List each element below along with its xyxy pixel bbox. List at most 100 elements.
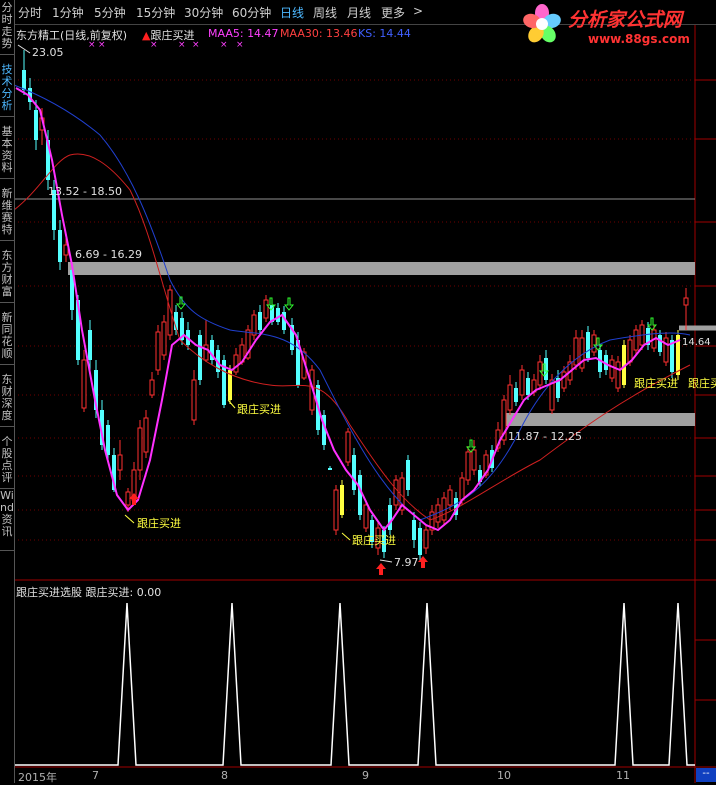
candle-body: [161, 321, 167, 356]
x-axis-label-10: 10: [497, 769, 511, 782]
candle-body: [81, 359, 87, 409]
buy-label-4: 跟庄买进: [634, 376, 678, 390]
corner-button[interactable]: --: [696, 768, 716, 782]
candle-body: [683, 297, 689, 306]
tab-5min[interactable]: 5分钟: [94, 4, 126, 21]
tab-daily[interactable]: 日线: [280, 4, 304, 21]
price-high-label: 23.05: [32, 46, 64, 59]
sub-indicator-line: [14, 602, 695, 766]
candle-body: [423, 529, 429, 549]
zone-label-2: 6.69 - 16.29: [75, 248, 142, 261]
candlesticks: [22, 50, 689, 560]
candle-body: [352, 455, 356, 490]
sub-chart-title: 跟庄买进选股 跟庄买进: 0.00: [16, 584, 161, 600]
green-down-arrow-icon: [283, 297, 295, 311]
candle-body: [251, 314, 257, 336]
candle-body: [191, 379, 197, 421]
candle-body: [526, 378, 530, 395]
maa5-value: 14.47: [247, 27, 279, 40]
candle-body: [58, 230, 62, 262]
candle-body: [155, 331, 161, 371]
candle-body: [459, 477, 465, 501]
candle-body: [143, 417, 149, 453]
candle-body: [507, 384, 513, 411]
green-down-arrows: [175, 296, 658, 453]
candle-body: [149, 379, 155, 396]
sub-chart-name: 跟庄买进选股: [16, 586, 82, 599]
candle-body: [363, 504, 369, 529]
maa5-indicator: MAA5: 14.47: [208, 27, 279, 40]
left-sidebar: 分时走势 技术分析 基本资料 新维赛特 东方财富 新同花顺 东财深度 个股点评 …: [0, 0, 15, 783]
sidebar-item-xinwei[interactable]: 新维赛特: [0, 188, 14, 241]
candle-body: [263, 299, 269, 319]
candle-body: [106, 425, 110, 455]
kline-chart[interactable]: 23.05 7.97 14.64 13.52 - 18.50 6.69 - 16…: [0, 0, 716, 783]
tab-monthly[interactable]: 月线: [347, 4, 371, 21]
zone-bar-3: [503, 413, 695, 426]
candle-body: [658, 335, 662, 352]
candle-body: [519, 369, 525, 396]
tab-15min[interactable]: 15分钟: [136, 4, 175, 21]
x-axis-label-8: 8: [221, 769, 228, 782]
zone-bar-2: [68, 262, 695, 275]
tab-60min[interactable]: 60分钟: [232, 4, 271, 21]
zone-label-1: 13.52 - 18.50: [48, 185, 122, 198]
candle-body: [471, 449, 477, 471]
sidebar-item-fenshi[interactable]: 分时走势: [0, 2, 14, 55]
sidebar-item-eastmoney[interactable]: 东方财富: [0, 250, 14, 303]
price-low-arrow: [379, 559, 393, 563]
candle-body: [233, 354, 239, 373]
tab-30min[interactable]: 30分钟: [184, 4, 223, 21]
candle-body: [358, 475, 362, 515]
sub-chart-value: 0.00: [136, 586, 162, 599]
sub-chart-value-label: 跟庄买进:: [85, 586, 134, 599]
sidebar-item-wind[interactable]: Wind资讯: [0, 490, 14, 551]
ks-line: [13, 84, 691, 521]
svg-text:×: ×: [220, 40, 228, 50]
ks-name: KS: [358, 27, 373, 40]
zone-label-3: 11.87 - 12.25: [508, 430, 582, 443]
candle-body: [333, 489, 339, 531]
candle-body: [258, 312, 262, 330]
candle-body: [586, 332, 590, 358]
maa30-indicator: MAA30: 13.46: [280, 27, 358, 40]
candle-body: [465, 451, 471, 481]
candle-body: [609, 359, 615, 379]
maa30-value: 13.46: [326, 27, 358, 40]
chevron-right-icon[interactable]: >: [413, 4, 423, 18]
x-axis-label-7: 7: [92, 769, 99, 782]
sidebar-item-basic-info[interactable]: 基本资料: [0, 126, 14, 179]
candle-body: [328, 468, 332, 470]
candle-body: [125, 491, 131, 506]
sidebar-item-tech-analysis[interactable]: 技术分析: [0, 64, 14, 117]
site-logo: 分析家公式网 www.88gs.com: [512, 0, 716, 50]
tab-weekly[interactable]: 周线: [313, 4, 337, 21]
sidebar-item-review[interactable]: 个股点评: [0, 436, 14, 489]
buy-label-5: 跟庄买进: [688, 376, 716, 390]
candle-body: [34, 110, 38, 140]
ks-value: 14.44: [379, 27, 411, 40]
tab-1min[interactable]: 1分钟: [52, 4, 84, 21]
candle-body: [345, 431, 351, 463]
candle-body: [447, 489, 453, 506]
tab-fenshi[interactable]: 分时: [18, 4, 42, 21]
candle-body: [418, 528, 422, 555]
signal-legend-label: 跟庄买进: [150, 29, 195, 42]
sidebar-item-deep[interactable]: 东财深度: [0, 374, 14, 427]
signal-legend: ▲跟庄买进: [142, 27, 194, 43]
tab-more[interactable]: 更多: [381, 4, 405, 21]
sidebar-item-10jqka[interactable]: 新同花顺: [0, 312, 14, 365]
candle-body: [633, 329, 639, 351]
buy-label-1: 跟庄买进: [137, 516, 181, 530]
ks-indicator: KS: 14.44: [358, 27, 411, 40]
red-up-arrow-icon: [376, 563, 386, 575]
price-low-label: 7.97: [394, 556, 419, 569]
candle-body: [591, 334, 597, 353]
x-axis-label-11: 11: [616, 769, 630, 782]
buy-label-3: 跟庄买进: [352, 533, 396, 547]
candle-body: [406, 460, 410, 490]
right-axis-ticks: [695, 79, 716, 701]
candle-body: [393, 479, 399, 506]
logo-title: 分析家公式网: [568, 9, 683, 31]
candle-body: [203, 344, 209, 361]
